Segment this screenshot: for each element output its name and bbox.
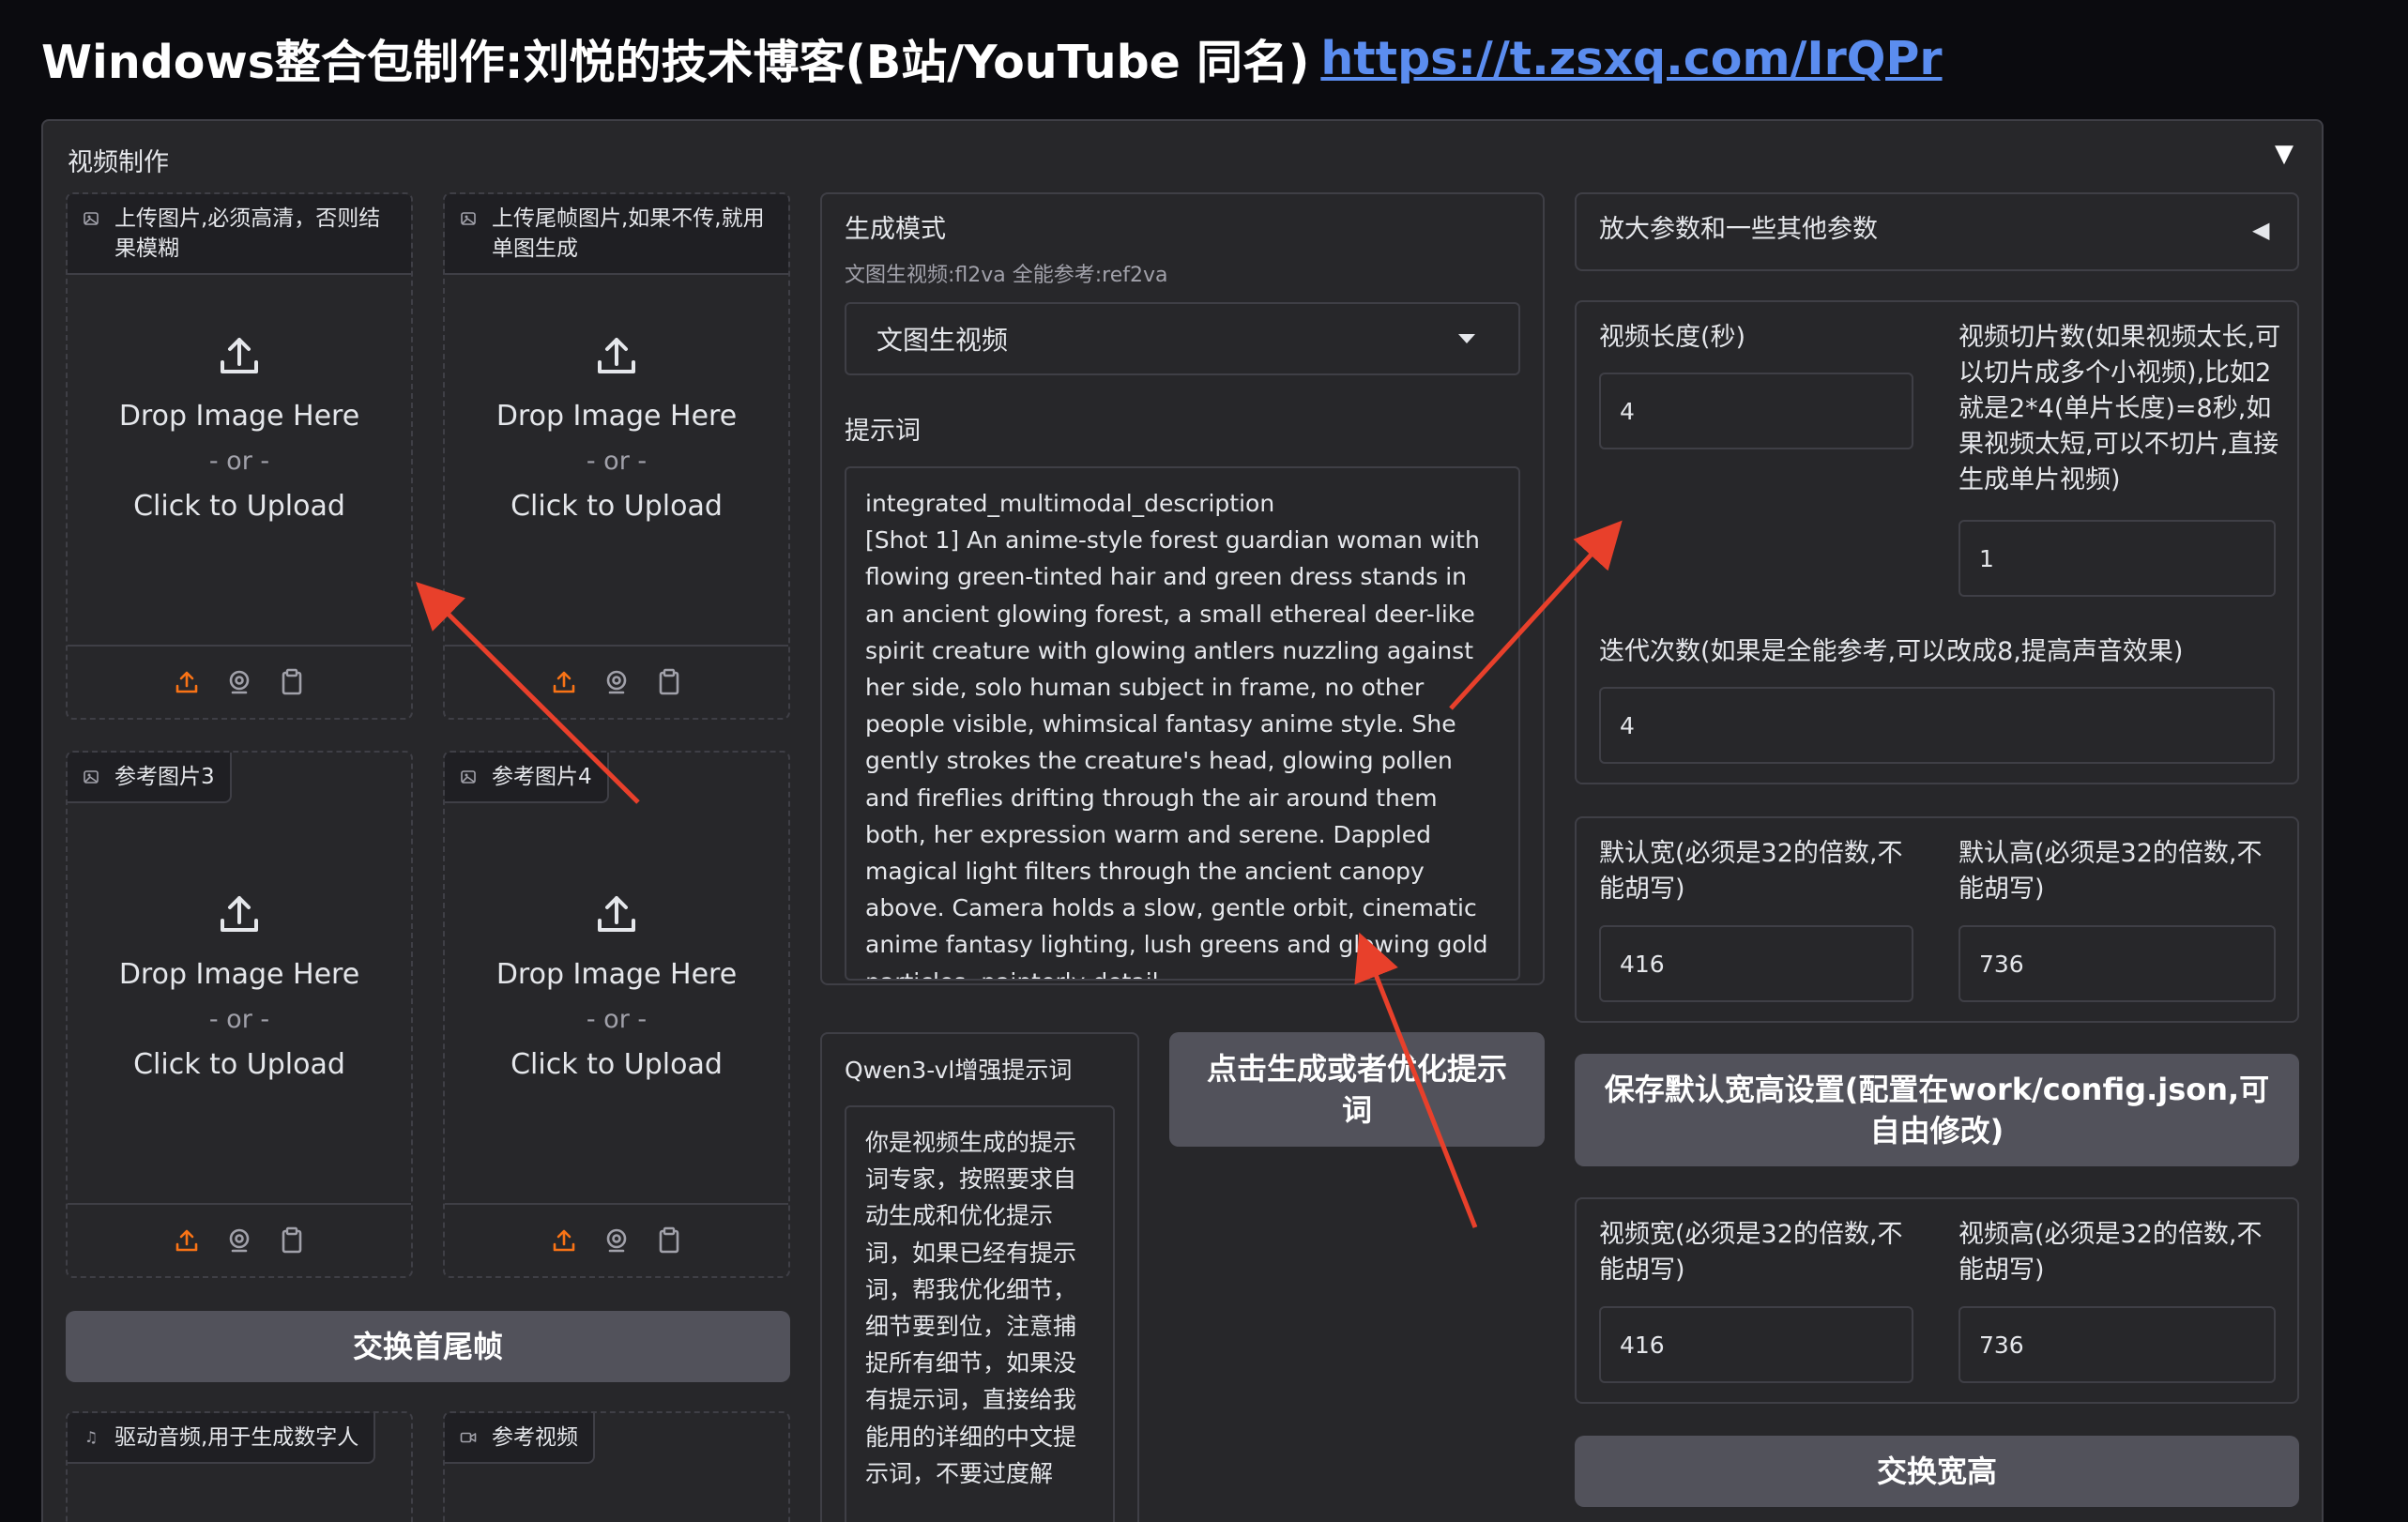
upload-label-text: 参考图片3 xyxy=(114,765,215,789)
upload-label-text: 参考视频 xyxy=(492,1425,578,1450)
reference-image-4-upload[interactable]: 参考图片4 Drop Image Here - or - Click to Up… xyxy=(443,751,790,1278)
drop-image-text: Drop Image Here xyxy=(495,958,738,991)
clipboard-icon[interactable] xyxy=(654,667,684,697)
driving-audio-upload[interactable]: ♫ 驱动音频,用于生成数字人 xyxy=(66,1411,413,1522)
image-icon xyxy=(83,210,99,227)
page-title-text: Windows整合包制作:刘悦的技术博客(B站/YouTube 同名) xyxy=(41,35,1310,89)
upload-label-text: 上传图片,必须高清，否则结果模糊 xyxy=(114,206,381,261)
upload-label-text: 参考图片4 xyxy=(492,765,592,789)
image-icon xyxy=(460,210,477,227)
drop-zone[interactable]: Drop Image Here - or - Click to Upload xyxy=(445,330,788,529)
video-length-input[interactable]: 4 xyxy=(1599,373,1913,449)
upload-source-icon[interactable] xyxy=(172,1225,202,1256)
reference-video-upload[interactable]: 参考视频 xyxy=(443,1411,790,1522)
webcam-icon[interactable] xyxy=(602,1225,632,1256)
prompt-label: 提示词 xyxy=(845,417,921,446)
drop-image-text: Drop Image Here xyxy=(118,400,360,433)
upload-source-bar xyxy=(445,645,788,718)
default-width-input[interactable]: 416 xyxy=(1599,925,1913,1002)
reference-image-3-upload[interactable]: 参考图片3 Drop Image Here - or - Click to Up… xyxy=(66,751,413,1278)
upload-label: 参考图片3 xyxy=(68,753,232,803)
upload-source-bar xyxy=(445,1203,788,1276)
upload-label-text: 驱动音频,用于生成数字人 xyxy=(114,1425,359,1450)
drop-or-text: - or - xyxy=(586,447,648,476)
panel-title: 视频制作 xyxy=(68,148,169,177)
webcam-icon[interactable] xyxy=(224,667,254,697)
upload-source-icon[interactable] xyxy=(172,667,202,697)
video-length-label: 视频长度(秒) xyxy=(1599,323,1746,352)
clipboard-icon[interactable] xyxy=(277,1225,307,1256)
click-to-upload-text: Click to Upload xyxy=(511,490,723,523)
upload-label: ♫ 驱动音频,用于生成数字人 xyxy=(68,1413,376,1464)
video-height-input[interactable]: 736 xyxy=(1958,1306,2276,1383)
drop-or-text: - or - xyxy=(208,1005,270,1034)
chevron-down-icon xyxy=(1458,334,1475,343)
drop-or-text: - or - xyxy=(586,1005,648,1034)
video-width-label: 视频宽(必须是32的倍数,不能胡写) xyxy=(1599,1220,1903,1285)
webcam-icon[interactable] xyxy=(224,1225,254,1256)
save-default-size-button[interactable]: 保存默认宽高设置(配置在work/config.json,可自由修改) xyxy=(1575,1054,2299,1166)
qwen-label: Qwen3-vl增强提示词 xyxy=(845,1057,1073,1084)
expand-toggle-icon[interactable]: ◀ xyxy=(2252,212,2269,248)
image-icon xyxy=(460,769,477,785)
default-height-label: 默认高(必须是32的倍数,不能胡写) xyxy=(1958,839,2263,904)
default-width-label: 默认宽(必须是32的倍数,不能胡写) xyxy=(1599,839,1903,904)
clipboard-icon[interactable] xyxy=(277,667,307,697)
upload-label: 参考视频 xyxy=(445,1413,595,1464)
mode-info: 文图生视频:fl2va 全能参考:ref2va xyxy=(845,264,1168,287)
iterations-label: 迭代次数(如果是全能参考,可以改成8,提高声音效果) xyxy=(1599,637,2184,666)
last-frame-upload[interactable]: 上传尾帧图片,如果不传,就用单图生成 Drop Image Here - or … xyxy=(443,192,790,720)
upload-label: 参考图片4 xyxy=(445,753,609,803)
video-icon xyxy=(460,1429,477,1446)
upload-icon xyxy=(598,338,635,373)
drop-or-text: - or - xyxy=(208,447,270,476)
mode-label: 生成模式 xyxy=(845,215,946,244)
drop-image-text: Drop Image Here xyxy=(495,400,738,433)
generate-prompt-button[interactable]: 点击生成或者优化提示词 xyxy=(1169,1032,1545,1147)
blog-link[interactable]: https://t.zsxq.com/IrQPr xyxy=(1320,32,1942,85)
webcam-icon[interactable] xyxy=(602,667,632,697)
drop-zone[interactable]: Drop Image Here - or - Click to Upload xyxy=(68,330,411,529)
prompt-textarea[interactable]: integrated_multimodal_description [Shot … xyxy=(845,466,1520,981)
swap-width-height-button[interactable]: 交换宽高 xyxy=(1575,1436,2299,1507)
upload-source-bar xyxy=(68,1203,411,1276)
selected-mode: 文图生视频 xyxy=(876,325,1009,356)
drop-zone[interactable]: Drop Image Here - or - Click to Upload xyxy=(445,889,788,1088)
video-width-input[interactable]: 416 xyxy=(1599,1306,1913,1383)
iterations-input[interactable]: 4 xyxy=(1599,687,2275,764)
slices-label: 视频切片数(如果视频太长,可以切片成多个小视频),比如2就是2*4(单片长度)=… xyxy=(1958,323,2281,495)
page-title: Windows整合包制作:刘悦的技术博客(B站/YouTube 同名) http… xyxy=(41,21,1943,96)
click-to-upload-text: Click to Upload xyxy=(133,1048,345,1081)
advanced-params-title: 放大参数和一些其他参数 xyxy=(1599,215,1878,244)
generation-mode-select[interactable]: 文图生视频 xyxy=(845,302,1520,375)
upload-source-icon[interactable] xyxy=(549,1225,579,1256)
click-to-upload-text: Click to Upload xyxy=(511,1048,723,1081)
default-height-input[interactable]: 736 xyxy=(1958,925,2276,1002)
clipboard-icon[interactable] xyxy=(654,1225,684,1256)
music-icon: ♫ xyxy=(84,1428,99,1446)
upload-label: 上传尾帧图片,如果不传,就用单图生成 xyxy=(445,194,788,275)
panel-collapse-toggle[interactable]: ▼ xyxy=(2275,140,2294,168)
upload-icon xyxy=(221,896,258,932)
qwen-system-prompt-textarea[interactable]: 你是视频生成的提示词专家，按照要求自动生成和优化提示词，如果已经有提示词，帮我优… xyxy=(845,1105,1115,1522)
upload-source-icon[interactable] xyxy=(549,667,579,697)
upload-source-bar xyxy=(68,645,411,718)
image-icon xyxy=(83,769,99,785)
slices-input[interactable]: 1 xyxy=(1958,520,2276,597)
upload-label-text: 上传尾帧图片,如果不传,就用单图生成 xyxy=(492,206,765,261)
swap-frames-button[interactable]: 交换首尾帧 xyxy=(66,1311,790,1382)
click-to-upload-text: Click to Upload xyxy=(133,490,345,523)
upload-icon xyxy=(221,338,258,373)
first-frame-upload[interactable]: 上传图片,必须高清，否则结果模糊 Drop Image Here - or - … xyxy=(66,192,413,720)
video-height-label: 视频高(必须是32的倍数,不能胡写) xyxy=(1958,1220,2263,1285)
upload-icon xyxy=(598,896,635,932)
drop-zone[interactable]: Drop Image Here - or - Click to Upload xyxy=(68,889,411,1088)
drop-image-text: Drop Image Here xyxy=(118,958,360,991)
upload-label: 上传图片,必须高清，否则结果模糊 xyxy=(68,194,411,275)
